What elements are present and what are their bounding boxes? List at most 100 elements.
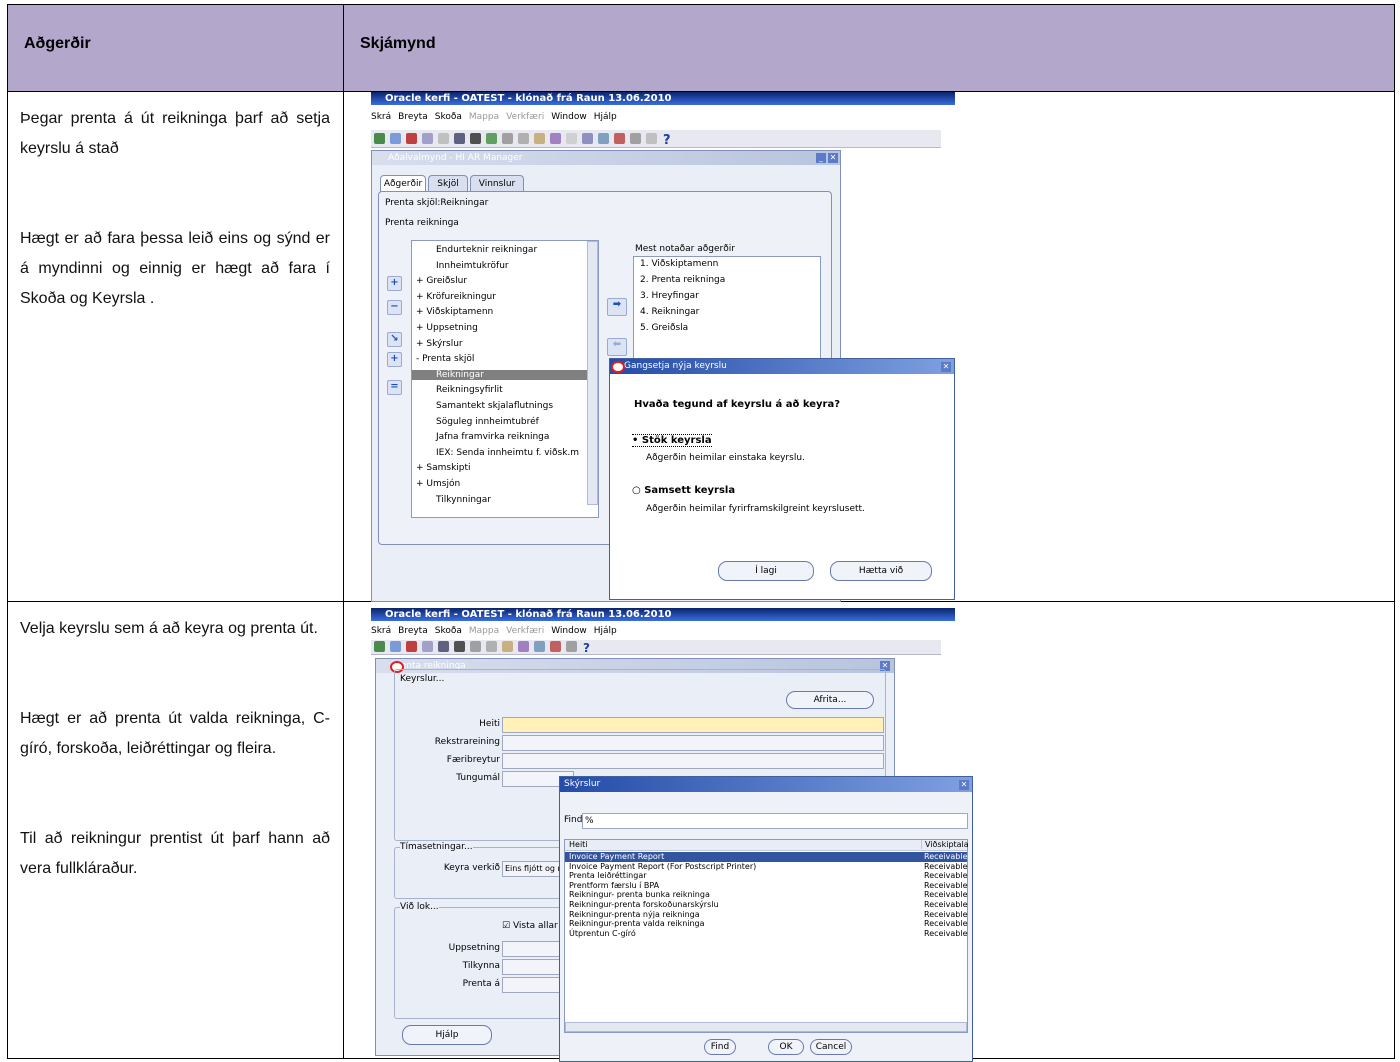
menu-item[interactable]: Mappa bbox=[469, 112, 499, 122]
reports-list[interactable]: Heiti Viðskiptala Invoice Payment Report… bbox=[564, 839, 969, 1033]
tree-item[interactable]: IEX: Senda innheimtu f. viðsk.m bbox=[436, 448, 579, 458]
tree-item[interactable]: + Kröfureikningur bbox=[416, 292, 496, 302]
print-icon[interactable] bbox=[470, 133, 481, 144]
zoom-icon[interactable] bbox=[646, 133, 657, 144]
collapse-all-button[interactable]: = bbox=[387, 380, 402, 395]
ok-button[interactable]: Í lagi bbox=[718, 561, 814, 581]
close-icon[interactable]: ✕ bbox=[941, 362, 951, 372]
tree-item[interactable]: Tilkynningar bbox=[436, 495, 491, 505]
navigator-icon[interactable] bbox=[406, 641, 417, 652]
function-tree[interactable]: Endurteknir reikningar Innheimtukröfur + G… bbox=[411, 240, 599, 518]
parameters-input[interactable] bbox=[502, 753, 884, 769]
tree-scrollbar[interactable] bbox=[587, 241, 598, 505]
new-icon[interactable] bbox=[374, 133, 385, 144]
tree-item[interactable]: Endurteknir reikningar bbox=[436, 245, 537, 255]
help-icon[interactable]: ? bbox=[663, 133, 671, 148]
name-input[interactable] bbox=[502, 717, 884, 733]
report-row[interactable]: Prenta leiðréttingar Receivable bbox=[565, 871, 968, 881]
cut-icon[interactable] bbox=[502, 133, 513, 144]
menu-item[interactable]: Verkfæri bbox=[506, 626, 544, 636]
tree-item[interactable]: + Skýrslur bbox=[416, 339, 463, 349]
tab-processes[interactable]: Vinnslur bbox=[470, 175, 524, 192]
report-row[interactable]: Reikningur-prenta nýja reikninga Receivab… bbox=[565, 910, 968, 920]
minimize-icon[interactable]: _ bbox=[816, 153, 826, 163]
report-row[interactable]: Reikningur-prenta forskoðunarskýrslu Rece… bbox=[565, 900, 968, 910]
find-icon[interactable] bbox=[422, 641, 433, 652]
menu-item[interactable]: Breyta bbox=[398, 626, 428, 636]
menu-item[interactable]: Skrá bbox=[371, 626, 391, 636]
record-icon[interactable] bbox=[550, 641, 561, 652]
tree-item[interactable]: Söguleg innheimtubréf bbox=[436, 417, 539, 427]
report-row[interactable]: Reikningur-prenta valda reikninga Receiva… bbox=[565, 919, 968, 929]
menu-item[interactable]: Hjálp bbox=[594, 626, 617, 636]
menu-item[interactable]: Verkfæri bbox=[506, 112, 544, 122]
menu-item[interactable]: Skoða bbox=[435, 626, 462, 636]
open-icon[interactable] bbox=[390, 133, 401, 144]
find-icon[interactable] bbox=[422, 133, 433, 144]
column-header-app[interactable]: Viðskiptala bbox=[921, 840, 969, 849]
most-used-item[interactable]: 5. Greiðsla bbox=[640, 323, 688, 333]
tree-item[interactable]: - Prenta skjöl bbox=[416, 354, 474, 364]
find-input[interactable]: % bbox=[582, 813, 968, 829]
menu-item[interactable]: Window bbox=[551, 112, 587, 122]
paste-icon[interactable] bbox=[502, 641, 513, 652]
report-row[interactable]: Prentform færslu í BPA Receivable bbox=[565, 881, 968, 891]
tab-documents[interactable]: Skjöl bbox=[428, 175, 468, 192]
operating-unit-input[interactable] bbox=[502, 735, 884, 751]
attach-icon[interactable] bbox=[566, 641, 577, 652]
tree-item[interactable]: + Greiðslur bbox=[416, 276, 467, 286]
ok-button[interactable]: OK bbox=[768, 1039, 804, 1055]
help-icon[interactable]: ? bbox=[583, 641, 590, 655]
nav-icon[interactable] bbox=[438, 133, 449, 144]
add-to-top-ten-button[interactable]: ➡ bbox=[607, 298, 627, 316]
expand-branch-button[interactable]: ↘ bbox=[387, 332, 402, 347]
folder-icon[interactable] bbox=[598, 133, 609, 144]
paste-icon[interactable] bbox=[534, 133, 545, 144]
clear-icon[interactable] bbox=[566, 133, 577, 144]
radio-combined[interactable]: ○ Samsett keyrsla bbox=[632, 485, 735, 496]
edit-icon[interactable] bbox=[550, 133, 561, 144]
folder-icon[interactable] bbox=[534, 641, 545, 652]
most-used-item[interactable]: 3. Hreyfingar bbox=[640, 291, 699, 301]
most-used-item[interactable]: 1. Viðskiptamenn bbox=[640, 259, 718, 269]
close-icon[interactable]: ✕ bbox=[959, 780, 969, 790]
menu-item[interactable]: Window bbox=[551, 626, 587, 636]
copy-button[interactable]: Afrita... bbox=[786, 691, 874, 709]
save-icon[interactable] bbox=[454, 133, 465, 144]
save-icon[interactable] bbox=[438, 641, 449, 652]
menu-item[interactable]: Hjálp bbox=[594, 112, 617, 122]
new-icon[interactable] bbox=[374, 641, 385, 652]
copy-icon[interactable] bbox=[518, 133, 529, 144]
remove-from-top-ten-button[interactable]: ⬅ bbox=[607, 338, 627, 356]
column-header-name[interactable]: Heiti bbox=[569, 840, 588, 849]
most-used-item[interactable]: 2. Prenta reikninga bbox=[640, 275, 725, 285]
report-row[interactable]: Útprentun C-gíró Receivable bbox=[565, 929, 968, 939]
tree-item[interactable]: + Samskipti bbox=[416, 463, 471, 473]
report-row[interactable]: Reikningur- prenta bunka reikninga Receiv… bbox=[565, 890, 968, 900]
collapse-button[interactable]: − bbox=[387, 300, 402, 315]
tree-item[interactable]: Innheimtukröfur bbox=[436, 261, 509, 271]
record-icon[interactable] bbox=[614, 133, 625, 144]
most-used-item[interactable]: 4. Reikningar bbox=[640, 307, 699, 317]
report-row[interactable]: Invoice Payment Report Receivable bbox=[565, 852, 968, 862]
close-icon[interactable]: ✕ bbox=[828, 153, 838, 163]
horizontal-scrollbar[interactable] bbox=[565, 1022, 967, 1032]
cancel-button[interactable]: Hætta við bbox=[830, 561, 932, 581]
find-button[interactable]: Find bbox=[704, 1039, 736, 1055]
tree-item[interactable]: Reikningar bbox=[412, 369, 598, 380]
attach-icon[interactable] bbox=[630, 133, 641, 144]
cancel-button[interactable]: Cancel bbox=[810, 1039, 852, 1055]
globe-icon[interactable] bbox=[486, 133, 497, 144]
help-button[interactable]: Hjálp bbox=[402, 1025, 492, 1045]
tab-actions[interactable]: Aðgerðir bbox=[380, 175, 426, 192]
tree-item[interactable]: Reikningsyfirlit bbox=[436, 385, 503, 395]
tree-item[interactable]: Jafna framvirka reikninga bbox=[436, 432, 549, 442]
tree-item[interactable]: Samantekt skjalaflutnings bbox=[436, 401, 553, 411]
menu-item[interactable]: Mappa bbox=[469, 626, 499, 636]
open-icon[interactable] bbox=[390, 641, 401, 652]
cut-icon[interactable] bbox=[470, 641, 481, 652]
menu-item[interactable]: Skrá bbox=[371, 112, 391, 122]
navigator-icon[interactable] bbox=[406, 133, 417, 144]
pencil-icon[interactable] bbox=[582, 133, 593, 144]
copy-icon[interactable] bbox=[486, 641, 497, 652]
